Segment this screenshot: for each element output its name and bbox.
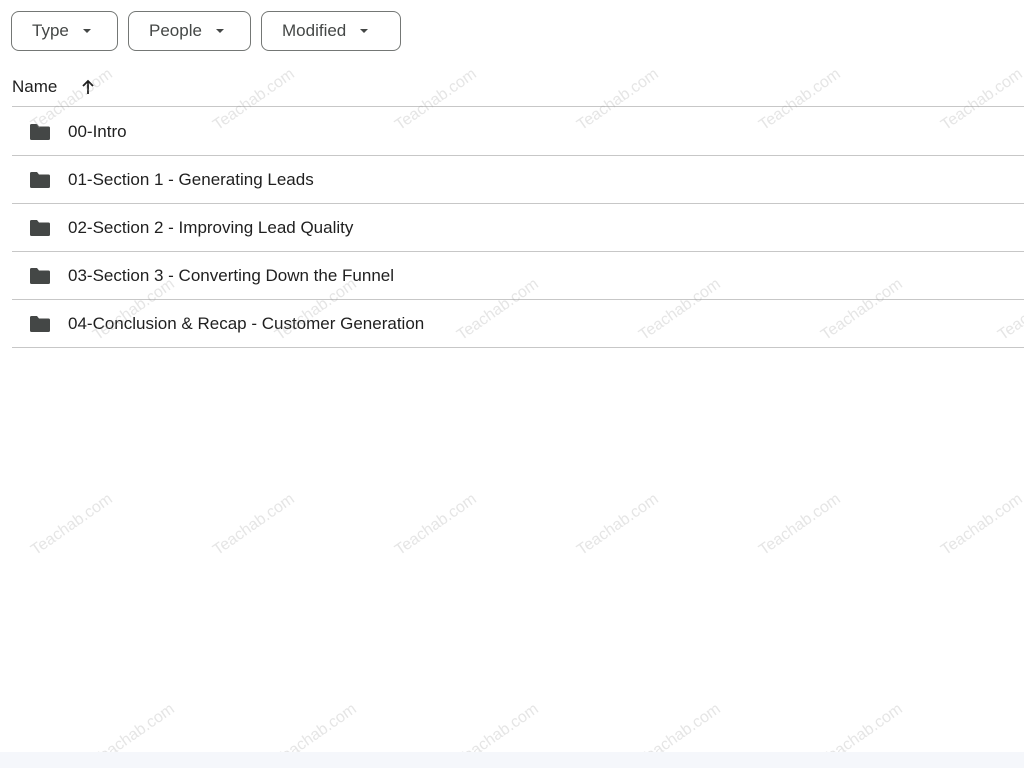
folder-row[interactable]: 02-Section 2 - Improving Lead Quality	[12, 204, 1024, 252]
watermark: Teachab.com	[28, 490, 116, 559]
type-filter-label: Type	[32, 21, 69, 40]
name-column-header[interactable]: Name	[12, 77, 57, 97]
arrow-up-icon[interactable]	[79, 78, 97, 96]
folder-name: 00-Intro	[68, 121, 127, 141]
watermark: Teachab.com	[938, 490, 1024, 559]
watermark: Teachab.com	[392, 490, 480, 559]
column-header: Name	[12, 68, 1024, 107]
modified-filter-button[interactable]: Modified	[261, 11, 401, 51]
type-filter-button[interactable]: Type	[11, 11, 118, 51]
caret-down-icon	[215, 29, 224, 33]
people-filter-button[interactable]: People	[128, 11, 251, 51]
watermark: Teachab.com	[756, 490, 844, 559]
folder-name: 03-Section 3 - Converting Down the Funne…	[68, 265, 395, 285]
people-filter-label: People	[149, 21, 202, 40]
folder-name: 02-Section 2 - Improving Lead Quality	[68, 217, 354, 237]
watermark: Teachab.com	[574, 490, 662, 559]
folder-row[interactable]: 01-Section 1 - Generating Leads	[12, 156, 1024, 204]
folder-row[interactable]: 00-Intro	[12, 108, 1024, 156]
folder-icon	[29, 219, 51, 237]
caret-down-icon	[360, 29, 369, 33]
filter-chips: Type People Modified	[11, 11, 401, 51]
folder-list: 00-Intro 01-Section 1 - Generating Leads…	[12, 108, 1024, 348]
watermark: Teachab.com	[210, 490, 298, 559]
folder-row[interactable]: 04-Conclusion & Recap - Customer Generat…	[12, 300, 1024, 348]
folder-name: 01-Section 1 - Generating Leads	[68, 169, 314, 189]
folder-name: 04-Conclusion & Recap - Customer Generat…	[68, 313, 425, 333]
bottom-bar	[0, 752, 1024, 768]
folder-icon	[29, 315, 51, 333]
file-browser: Type People Modified Name 00-Intro 01-Se…	[0, 0, 1024, 768]
folder-row[interactable]: 03-Section 3 - Converting Down the Funne…	[12, 252, 1024, 300]
folder-icon	[29, 123, 51, 141]
folder-icon	[29, 267, 51, 285]
modified-filter-label: Modified	[282, 21, 347, 40]
folder-icon	[29, 171, 51, 189]
caret-down-icon	[82, 29, 91, 33]
